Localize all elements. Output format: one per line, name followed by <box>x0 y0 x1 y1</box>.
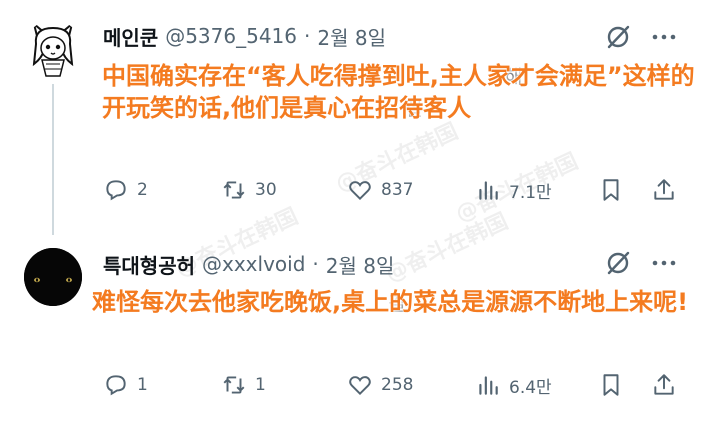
more-button[interactable] <box>648 23 680 51</box>
share-icon <box>654 374 674 395</box>
views-icon <box>479 181 498 200</box>
views-button[interactable]: 7.1만 <box>475 175 552 205</box>
separator: · <box>304 24 311 48</box>
thread-line <box>52 84 54 235</box>
bookmark-icon <box>603 374 619 396</box>
more-icon <box>652 260 676 266</box>
display-name[interactable]: 메인쿤 <box>103 22 158 51</box>
like-icon <box>349 376 371 396</box>
like-icon <box>349 181 371 201</box>
grok-icon <box>607 251 630 275</box>
translation-overlay: 难怪每次去他家吃晚饭,桌上的菜总是源源不断地上来呢! <box>92 288 689 316</box>
bookmark-icon <box>603 179 619 201</box>
display-name[interactable]: 특대형공허 <box>103 250 195 279</box>
separator: · <box>312 252 319 276</box>
view-count: 6.4만 <box>509 377 552 398</box>
tweet-header: 메인쿤 @5376_5416 · 2월 8일 <box>103 22 386 50</box>
repost-button[interactable]: 1 <box>221 370 266 400</box>
grok-button[interactable] <box>604 23 632 51</box>
tweet[interactable]: 특대형공허 @xxxlvoid · 2월 8일 길 难怪每次去他家吃晚饭,桌上的… <box>0 235 707 421</box>
translation-overlay: 中国确实存在“客人吃得撑到吐,主人家才会满足”这样的开玩笑的话,他们是真心在招待… <box>102 62 695 122</box>
cat-girl-avatar-icon <box>24 20 82 78</box>
tweet-date[interactable]: 2월 8일 <box>317 22 386 51</box>
views-button[interactable]: 6.4만 <box>475 370 552 400</box>
reply-count: 1 <box>137 375 148 395</box>
bookmark-button[interactable] <box>598 370 624 400</box>
bookmark-button[interactable] <box>598 175 624 205</box>
reply-icon <box>106 375 126 396</box>
reply-button[interactable]: 2 <box>103 175 148 205</box>
reply-icon <box>106 180 126 201</box>
action-bar: 2 30 837 7.1만 <box>103 175 683 205</box>
like-button[interactable]: 837 <box>347 175 413 205</box>
repost-icon <box>223 181 245 199</box>
like-count: 837 <box>381 180 414 200</box>
reply-count: 2 <box>137 180 148 200</box>
avatar[interactable] <box>24 248 82 306</box>
like-button[interactable]: 258 <box>347 370 413 400</box>
more-icon <box>652 34 676 40</box>
share-button[interactable] <box>651 370 677 400</box>
share-button[interactable] <box>651 175 677 205</box>
tweet[interactable]: 메인쿤 @5376_5416 · 2월 8일 해 절 中国确实存在“客人吃得撑到… <box>0 0 707 235</box>
user-handle[interactable]: @5376_5416 <box>165 24 297 48</box>
repost-count: 30 <box>255 180 277 200</box>
repost-count: 1 <box>255 375 266 395</box>
tweet-date[interactable]: 2월 8일 <box>326 250 395 279</box>
repost-button[interactable]: 30 <box>221 175 277 205</box>
avatar[interactable] <box>24 20 82 78</box>
repost-icon <box>223 376 245 394</box>
more-button[interactable] <box>648 249 680 277</box>
black-cat-avatar-icon <box>24 248 82 306</box>
action-bar: 1 1 258 6.4만 <box>103 370 683 400</box>
like-count: 258 <box>381 375 414 395</box>
grok-icon <box>607 25 630 49</box>
share-icon <box>654 179 674 200</box>
reply-button[interactable]: 1 <box>103 370 148 400</box>
user-handle[interactable]: @xxxlvoid <box>202 252 305 276</box>
views-icon <box>479 376 498 395</box>
grok-button[interactable] <box>604 249 632 277</box>
view-count: 7.1만 <box>509 182 552 203</box>
tweet-header: 특대형공허 @xxxlvoid · 2월 8일 <box>103 250 394 278</box>
